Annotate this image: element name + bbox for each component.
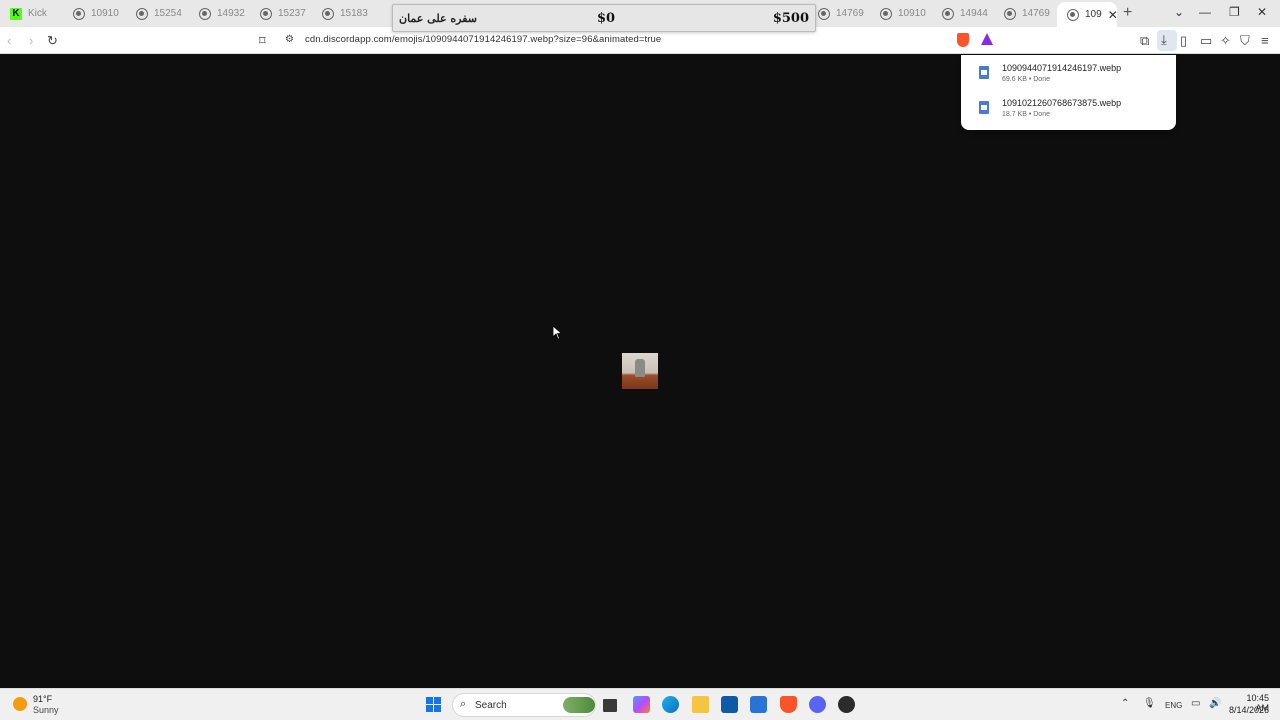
tab[interactable]: 14769 (994, 2, 1056, 25)
tab[interactable]: 15237 (250, 2, 312, 25)
image-file-icon (979, 66, 989, 79)
menu-icon[interactable]: ≡ (1261, 33, 1269, 48)
tab-label: 15254 (154, 8, 182, 19)
download-item[interactable]: 1091021260768673875.webp 18.7 KB • Done (979, 98, 1169, 124)
download-icon: ⤓ (1161, 32, 1167, 47)
globe-icon (73, 7, 85, 20)
address-bar[interactable]: cdn.discordapp.com/emojis/10909440719142… (305, 34, 661, 45)
tab[interactable]: 10910 (63, 2, 125, 25)
tab-active[interactable]: 109 ✕ (1057, 2, 1118, 27)
tab-label: 15237 (278, 8, 306, 19)
tab-label: 10910 (898, 8, 926, 19)
tab[interactable]: 14932 (189, 2, 251, 25)
clock-date[interactable]: 8/14/2026 (1226, 705, 1269, 715)
new-tab-button[interactable]: + (1123, 4, 1132, 22)
discord-icon[interactable] (809, 696, 826, 713)
close-tab-icon[interactable]: ✕ (1108, 8, 1118, 22)
downloads-panel: 1090944071914246197.webp 69.6 KB • Done … (961, 55, 1176, 130)
globe-icon (1067, 8, 1079, 21)
brave-icon[interactable] (780, 696, 797, 713)
download-meta: 18.7 KB • Done (1002, 111, 1050, 118)
weather-condition[interactable]: Sunny (33, 705, 59, 715)
microphone-icon[interactable]: 🎙 (1143, 698, 1156, 709)
search-icon: ⌕ (460, 698, 467, 710)
edge-icon[interactable] (662, 696, 679, 713)
globe-icon (322, 7, 334, 20)
tab-label: Kick (28, 8, 47, 19)
globe-icon (880, 7, 892, 20)
overlay-left-amount: $0 (597, 10, 616, 26)
kick-icon: K (10, 7, 22, 20)
taskbar: 91°F Sunny ⌕ Search ⌃ 🎙 ENG ▭ 🔊 10:45 AM… (0, 688, 1280, 720)
downloads-button[interactable] (1157, 30, 1177, 51)
tab-search-icon[interactable]: ⌄ (1174, 5, 1184, 19)
download-meta: 69.6 KB • Done (1002, 76, 1050, 83)
emoji-image (622, 353, 658, 389)
app-icon[interactable] (838, 696, 855, 713)
brave-rewards-icon[interactable] (981, 33, 993, 45)
globe-icon (818, 7, 830, 20)
volume-icon[interactable]: 🔊 (1209, 698, 1221, 709)
wallet-icon[interactable]: ▭ (1200, 33, 1212, 49)
network-icon[interactable]: ▭ (1191, 698, 1200, 709)
reload-icon[interactable]: ↻ (47, 33, 58, 49)
extensions-icon[interactable]: ⧉ (1140, 33, 1149, 49)
search-highlight-icon (563, 697, 595, 713)
language-indicator[interactable]: ENG (1165, 701, 1182, 710)
tab[interactable]: 14944 (932, 2, 994, 25)
close-window-button[interactable]: ✕ (1257, 5, 1267, 19)
file-explorer-icon[interactable] (692, 696, 709, 713)
site-info-icon[interactable]: ⚙ (285, 34, 294, 45)
outlook-icon[interactable] (750, 696, 767, 713)
tab[interactable]: 14769 (808, 2, 870, 25)
store-icon[interactable] (721, 696, 738, 713)
tab[interactable]: 15183 (312, 2, 374, 25)
sun-icon[interactable] (13, 697, 27, 711)
globe-icon (1004, 7, 1016, 20)
download-filename: 1090944071914246197.webp (1002, 63, 1122, 73)
weather-temp[interactable]: 91°F (33, 694, 52, 704)
back-icon[interactable]: ‹ (7, 33, 11, 48)
brave-shield-icon[interactable] (957, 33, 969, 47)
forward-icon[interactable]: › (29, 33, 33, 48)
price-overlay: سفره على عمان $0 $500 (392, 4, 816, 32)
copilot-icon[interactable] (633, 696, 650, 713)
maximize-button[interactable]: ❐ (1229, 5, 1240, 19)
tab-kick[interactable]: K Kick (0, 2, 62, 25)
task-view-icon[interactable] (603, 699, 617, 712)
tab-label: 109 (1085, 9, 1102, 20)
sidebar-icon[interactable]: ▯ (1180, 33, 1187, 49)
minimize-button[interactable]: — (1199, 5, 1211, 19)
search-label: Search (475, 700, 507, 711)
tab-label: 15183 (340, 8, 368, 19)
overlay-right-amount: $500 (772, 10, 809, 26)
figure-shape (635, 359, 645, 377)
tray-overflow-icon[interactable]: ⌃ (1121, 698, 1129, 709)
tab-label: 14944 (960, 8, 988, 19)
globe-icon (942, 7, 954, 20)
globe-icon (136, 7, 148, 20)
image-file-icon (979, 101, 989, 114)
windows-logo-icon (426, 697, 433, 704)
overlay-title: سفره على عمان (399, 11, 477, 25)
tab-label: 14769 (836, 8, 864, 19)
globe-icon (199, 7, 211, 20)
browser-chrome: K Kick 10910 15254 14932 15237 15183 147… (0, 0, 1280, 54)
tab-label: 14932 (217, 8, 245, 19)
download-item[interactable]: 1090944071914246197.webp 69.6 KB • Done (979, 63, 1169, 89)
tab-label: 14769 (1022, 8, 1050, 19)
download-filename: 1091021260768673875.webp (1002, 98, 1122, 108)
leo-ai-icon[interactable]: ✧ (1220, 33, 1231, 49)
start-button[interactable] (426, 697, 441, 712)
taskbar-search[interactable]: ⌕ Search (452, 693, 596, 717)
tab[interactable]: 15254 (126, 2, 188, 25)
vpn-icon[interactable]: ⛉ (1240, 33, 1250, 49)
tab-label: 10910 (91, 8, 119, 19)
tab[interactable]: 10910 (870, 2, 932, 25)
globe-icon (260, 7, 272, 20)
bookmark-icon[interactable]: ⌑ (259, 33, 266, 49)
